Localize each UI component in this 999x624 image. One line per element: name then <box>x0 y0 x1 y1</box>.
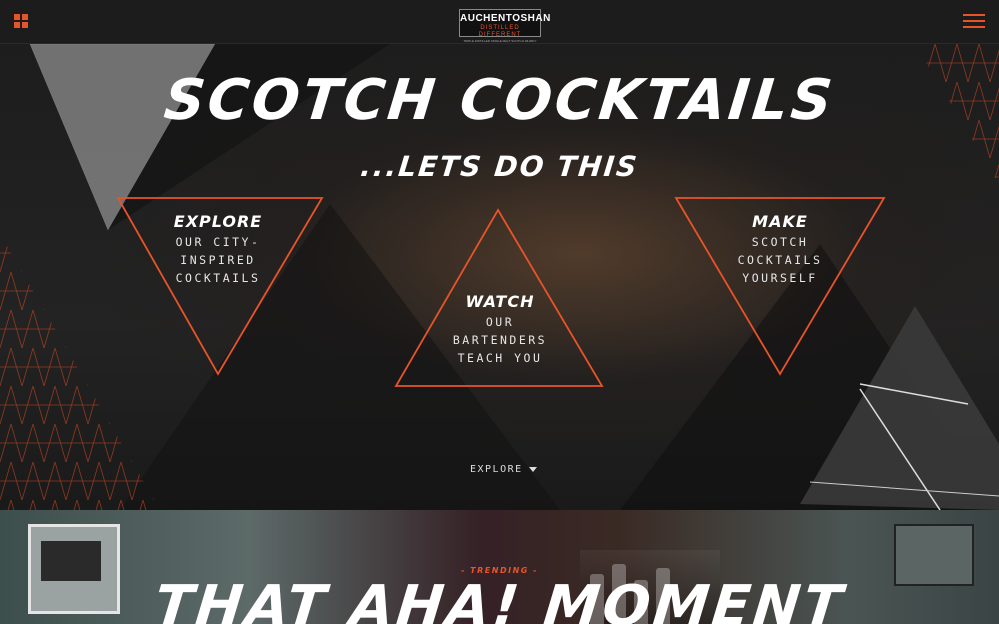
trending-section: - TRENDING - THAT AHA! MOMENT <box>0 510 999 624</box>
pattern-triangle-left <box>0 234 160 510</box>
watch-line: TEACH YOU <box>457 351 543 365</box>
grid-icon[interactable] <box>14 14 28 28</box>
watch-heading: WATCH <box>465 292 535 311</box>
make-cocktails-link[interactable]: MAKE SCOTCH COCKTAILS YOURSELF <box>712 212 848 287</box>
brand-tagline: DISTILLED DIFFERENT <box>478 25 522 38</box>
watch-line: OUR <box>485 315 515 329</box>
watch-line: BARTENDERS <box>452 333 548 347</box>
explore-cta-label: EXPLORE <box>470 464 523 475</box>
watch-bartenders-link[interactable]: WATCH OUR BARTENDERS TEACH YOU <box>432 292 568 367</box>
explore-scroll-button[interactable]: EXPLORE <box>470 464 550 475</box>
trending-title: THAT AHA! MOMENT <box>151 574 848 624</box>
caret-down-icon <box>528 466 537 472</box>
explore-line: INSPIRED <box>180 253 256 267</box>
brand-logo[interactable]: AUCHENTOSHAN DISTILLED DIFFERENT TRIPLE … <box>459 9 551 43</box>
make-heading: MAKE <box>752 212 808 231</box>
top-navigation-bar: AUCHENTOSHAN DISTILLED DIFFERENT TRIPLE … <box>0 0 999 44</box>
brand-subline: TRIPLE DISTILLED SINGLE MALT SCOTCH WHIS… <box>463 39 537 43</box>
brand-name: AUCHENTOSHAN <box>460 13 551 24</box>
explore-line: OUR CITY- <box>175 235 261 249</box>
make-line: COCKTAILS <box>737 253 823 267</box>
explore-cocktails-link[interactable]: EXPLORE OUR CITY- INSPIRED COCKTAILS <box>150 212 286 287</box>
make-line: SCOTCH <box>751 235 809 249</box>
hero-subtitle: ...LETS DO THIS <box>358 150 641 183</box>
make-line: YOURSELF <box>742 271 818 285</box>
explore-line: COCKTAILS <box>175 271 261 285</box>
hero-section: SCOTCH COCKTAILS ...LETS DO THIS EXPLORE… <box>0 44 999 510</box>
hamburger-menu-icon[interactable] <box>963 14 985 30</box>
hero-title: SCOTCH COCKTAILS <box>161 68 838 133</box>
explore-heading: EXPLORE <box>173 212 263 231</box>
